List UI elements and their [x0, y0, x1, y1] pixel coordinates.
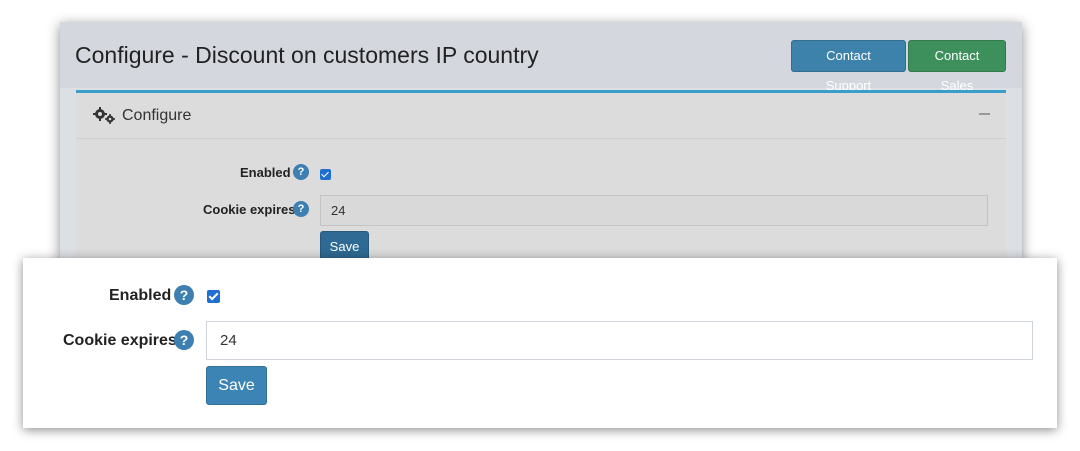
- contact-sales-button[interactable]: Contact Sales: [908, 40, 1006, 93]
- cookie-expires-input[interactable]: 24: [320, 195, 988, 226]
- question-circle-icon[interactable]: ?: [293, 164, 309, 180]
- configure-box-header: Configure: [76, 93, 1006, 139]
- background-page: Configure - Discount on customers IP cou…: [60, 22, 1022, 262]
- question-circle-icon[interactable]: ?: [174, 285, 194, 305]
- configure-box: Configure Enabled ? Cookie expires ? 24 …: [76, 90, 1006, 262]
- page-title: Configure - Discount on customers IP cou…: [75, 42, 539, 68]
- page-header: Configure - Discount on customers IP cou…: [60, 22, 1022, 93]
- enabled-checkbox[interactable]: [207, 290, 220, 303]
- save-button[interactable]: Save: [206, 366, 267, 405]
- enabled-checkbox[interactable]: [320, 169, 331, 180]
- question-circle-icon[interactable]: ?: [174, 330, 194, 350]
- enabled-label: Enabled: [240, 165, 291, 180]
- minus-icon[interactable]: [979, 113, 990, 115]
- save-button[interactable]: Save: [320, 231, 369, 261]
- cookie-expires-label: Cookie expires: [203, 202, 296, 217]
- cookie-expires-input[interactable]: 24: [206, 321, 1033, 360]
- enabled-label: Enabled: [109, 287, 172, 304]
- contact-support-button[interactable]: Contact Support: [791, 40, 906, 93]
- question-circle-icon[interactable]: ?: [293, 201, 309, 217]
- zoom-panel: Enabled ? Cookie expires ? 24 Save: [23, 258, 1057, 428]
- cogs-icon: [93, 107, 115, 124]
- cookie-expires-label: Cookie expires: [63, 332, 177, 349]
- configure-box-title: Configure: [122, 107, 192, 124]
